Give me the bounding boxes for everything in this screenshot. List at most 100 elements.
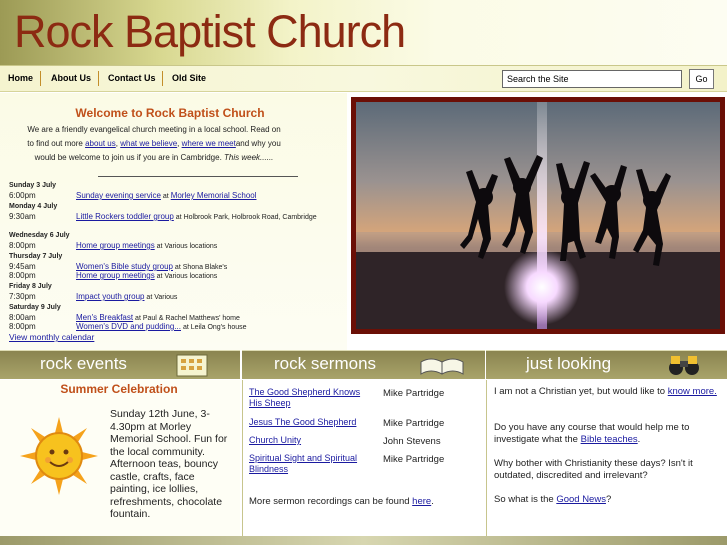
sermon-speaker: Mike Partridge bbox=[383, 418, 445, 429]
event-link[interactable]: Little Rockers toddler group bbox=[76, 212, 174, 221]
hero-photo-frame bbox=[351, 97, 725, 334]
intro-text: and why you bbox=[235, 139, 281, 148]
event-location: Various locations bbox=[164, 243, 218, 250]
more-sermons-text: More sermon recordings can be found here… bbox=[249, 496, 434, 507]
event-location: Holbrook Park, Holbrook Road, Cambridge bbox=[183, 214, 317, 221]
event-location: Various bbox=[154, 294, 178, 301]
what-we-believe-link[interactable]: what we believe bbox=[120, 139, 177, 148]
calendar-day: Friday 8 July bbox=[9, 283, 52, 290]
event-link[interactable]: Sunday evening service bbox=[76, 191, 161, 200]
summer-celebration-title[interactable]: Summer Celebration bbox=[0, 382, 238, 396]
sermon-link[interactable]: Church Unity bbox=[249, 435, 375, 446]
calendar-event: Little Rockers toddler group at Holbrook… bbox=[76, 212, 328, 222]
rock-sermons-heading: rock sermons bbox=[274, 354, 377, 373]
looking-paragraph: Do you have any course that would help m… bbox=[494, 422, 722, 446]
calendar-event: Women's DVD and pudding... at Leila Ong'… bbox=[76, 322, 328, 332]
sermon-link[interactable]: The Good Shepherd Knows His Sheep bbox=[249, 387, 375, 409]
event-location-link[interactable]: Morley Memorial School bbox=[171, 191, 257, 200]
sermon-speaker: John Stevens bbox=[383, 436, 441, 447]
event-time: 8:00am bbox=[9, 313, 36, 322]
rock-sermons-header: rock sermons bbox=[242, 350, 485, 379]
calendar-day: Thursday 7 July bbox=[9, 253, 63, 260]
looking-paragraph: Why bother with Christianity these days?… bbox=[494, 458, 693, 481]
event-at: at bbox=[144, 294, 155, 301]
go-button[interactable]: Go bbox=[689, 69, 714, 89]
more-sermons-end: . bbox=[431, 496, 434, 507]
calendar-event: Impact youth group at Various bbox=[76, 292, 328, 302]
bible-teaches-link[interactable]: Bible teaches bbox=[581, 434, 638, 445]
jumping-people-sunset-photo bbox=[356, 102, 720, 329]
know-more-link[interactable]: know more. bbox=[668, 386, 717, 397]
about-us-link[interactable]: about us bbox=[85, 139, 116, 148]
event-at: at bbox=[181, 324, 191, 331]
sermon-speaker: Mike Partridge bbox=[383, 388, 445, 399]
site-header: Rock Baptist Church bbox=[0, 0, 727, 66]
event-time: 8:00pm bbox=[9, 271, 36, 280]
nav-home[interactable]: Home bbox=[8, 73, 33, 83]
intro-text-line: would be welcome to join us if you are i… bbox=[4, 152, 304, 164]
event-link[interactable]: Women's DVD and pudding... bbox=[76, 322, 181, 331]
event-at: at bbox=[160, 193, 171, 200]
event-time: 9:45am bbox=[9, 262, 36, 271]
looking-text: So what is the bbox=[494, 494, 554, 505]
intro-text: to find out more bbox=[27, 139, 83, 148]
rock-sermons-panel: The Good Shepherd Knows His Sheep Mike P… bbox=[242, 380, 485, 537]
sermon-speaker: Mike Partridge bbox=[383, 454, 445, 465]
nav-old-site[interactable]: Old Site bbox=[172, 73, 206, 83]
event-time: 8:00pm bbox=[9, 241, 36, 250]
event-location: Various locations bbox=[164, 273, 218, 280]
binoculars-icon bbox=[669, 356, 699, 375]
event-location: Paul & Rachel Matthews' home bbox=[142, 315, 240, 322]
event-link[interactable]: Women's Bible study group bbox=[76, 262, 173, 271]
site-title[interactable]: Rock Baptist Church bbox=[14, 6, 406, 58]
event-location: Shona Blake's bbox=[182, 264, 228, 271]
where-we-meet-link[interactable]: where we meet bbox=[182, 139, 236, 148]
calendar-day: Wednesday 6 July bbox=[9, 232, 70, 239]
event-at: at bbox=[173, 214, 184, 221]
sermon-link[interactable]: Jesus The Good Shepherd bbox=[249, 417, 375, 428]
summer-celebration-text: Sunday 12th June, 3-4.30pm at Morley Mem… bbox=[110, 408, 228, 520]
event-time: 8:00pm bbox=[9, 322, 36, 331]
event-link[interactable]: Home group meetings bbox=[76, 271, 155, 280]
event-location: Leila Ong's house bbox=[190, 324, 247, 331]
looking-text: ? bbox=[605, 494, 612, 505]
rock-events-heading: rock events bbox=[40, 354, 127, 373]
rock-events-panel: Summer Celebration Sunday 12th June, 3-4… bbox=[0, 380, 240, 537]
event-at: at bbox=[154, 243, 165, 250]
event-at: at bbox=[172, 264, 183, 271]
event-time: 7:30pm bbox=[9, 292, 36, 301]
open-book-icon bbox=[420, 358, 464, 375]
view-monthly-calendar-link[interactable]: View monthly calendar bbox=[9, 332, 94, 342]
sun-icon bbox=[20, 417, 98, 495]
welcome-heading: Welcome to Rock Baptist Church bbox=[75, 106, 265, 120]
calendar-event: Home group meetings at Various locations bbox=[76, 271, 328, 281]
intro-text-line: to find out more about us, what we belie… bbox=[27, 139, 281, 148]
good-news-link[interactable]: Good News bbox=[556, 494, 606, 505]
more-sermons-link[interactable]: here bbox=[412, 496, 431, 507]
calendar-event: Home group meetings at Various locations bbox=[76, 241, 328, 251]
nav-contact-us[interactable]: Contact Us bbox=[108, 73, 156, 83]
calendar-day: Saturday 9 July bbox=[9, 304, 61, 311]
just-looking-panel: I am not a Christian yet, but would like… bbox=[486, 380, 727, 537]
event-link[interactable]: Impact youth group bbox=[76, 292, 144, 301]
more-sermons-label: More sermon recordings can be found bbox=[249, 496, 410, 507]
looking-paragraph: I am not a Christian yet, but would like… bbox=[494, 386, 722, 398]
calendar-day: Monday 4 July bbox=[9, 203, 58, 210]
intro-text-line: We are a friendly evangelical church mee… bbox=[27, 125, 281, 134]
divider bbox=[98, 176, 298, 177]
event-at: at bbox=[154, 273, 165, 280]
event-link[interactable]: Men's Breakfast bbox=[76, 313, 133, 322]
nav-separator bbox=[40, 71, 41, 86]
rock-events-header: rock events bbox=[0, 350, 240, 379]
nav-about-us[interactable]: About Us bbox=[51, 73, 91, 83]
calendar-icon bbox=[176, 354, 208, 377]
event-link[interactable]: Home group meetings bbox=[76, 241, 155, 250]
nav-separator bbox=[98, 71, 99, 86]
just-looking-heading: just looking bbox=[526, 354, 612, 373]
looking-paragraph: So what is the Good News? bbox=[494, 494, 722, 506]
event-at: at bbox=[133, 315, 143, 322]
search-input[interactable] bbox=[502, 70, 682, 88]
footer-bar bbox=[0, 536, 727, 545]
event-time: 9:30am bbox=[9, 212, 36, 221]
sermon-link[interactable]: Spiritual Sight and Spiritual Blindness bbox=[249, 453, 375, 475]
